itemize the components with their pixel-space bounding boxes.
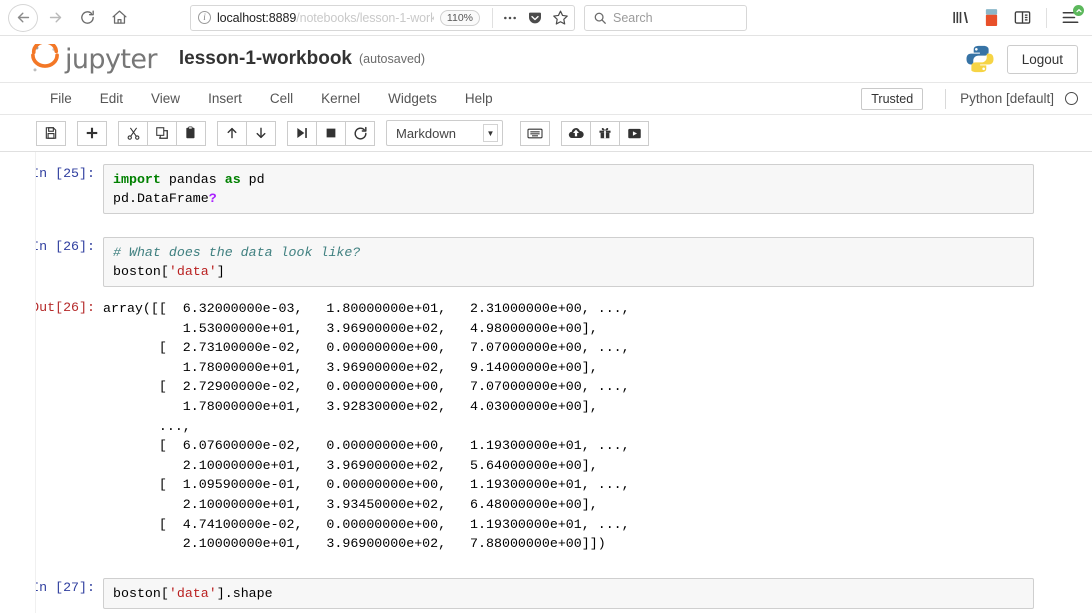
- container-tab-icon[interactable]: [984, 8, 999, 27]
- kernel-name-label: Python [default]: [960, 91, 1054, 106]
- url-host: localhost:8889: [217, 11, 296, 25]
- interrupt-kernel-button[interactable]: [316, 121, 346, 146]
- jupyter-wordmark: jupyter: [65, 44, 157, 75]
- gift-button[interactable]: [590, 121, 620, 146]
- library-icon[interactable]: [951, 8, 970, 27]
- move-cell-up-button[interactable]: [217, 121, 247, 146]
- trusted-indicator-button[interactable]: Trusted: [861, 88, 923, 110]
- menu-widgets[interactable]: Widgets: [374, 84, 451, 114]
- url-text: localhost:8889/notebooks/lesson-1-workbo…: [217, 11, 434, 25]
- app-menu-icon[interactable]: [1061, 8, 1080, 27]
- cell-spacer: [0, 214, 1092, 237]
- browser-search-field[interactable]: Search: [584, 5, 747, 31]
- search-icon: [593, 11, 607, 25]
- address-bar[interactable]: i localhost:8889/notebooks/lesson-1-work…: [190, 5, 575, 31]
- address-bar-actions: [492, 8, 569, 28]
- restart-kernel-button[interactable]: [345, 121, 375, 146]
- cell-type-select[interactable]: Markdown ▼: [386, 120, 503, 146]
- jupyter-logo-link[interactable]: jupyter: [28, 44, 157, 75]
- toolbar-group-extensions: [561, 121, 649, 146]
- bookmark-star-icon[interactable]: [552, 9, 569, 26]
- notebook-toolbar: Markdown ▼: [0, 115, 1092, 152]
- run-cell-button[interactable]: [287, 121, 317, 146]
- toolbar-group-move: [217, 121, 276, 146]
- jupyter-header: jupyter lesson-1-workbook (autosaved) Lo…: [0, 36, 1092, 83]
- cell-spacer: [0, 287, 1092, 298]
- cell-spacer: [0, 555, 1092, 578]
- play-video-button[interactable]: [619, 121, 649, 146]
- cell-type-value: Markdown: [396, 126, 456, 141]
- notebook-body: In [25]: import pandas as pd pd.DataFram…: [0, 152, 1092, 613]
- menu-bar-right: Trusted Python [default]: [861, 88, 1078, 110]
- menu-help[interactable]: Help: [451, 84, 507, 114]
- chevron-down-icon[interactable]: ▼: [483, 124, 498, 142]
- page-actions-icon[interactable]: [502, 10, 518, 26]
- site-info-icon[interactable]: i: [198, 11, 211, 24]
- code-editor-27[interactable]: boston['data'].shape: [103, 578, 1034, 609]
- browser-nav-buttons: [8, 4, 134, 32]
- menu-cell[interactable]: Cell: [256, 84, 307, 114]
- insert-cell-below-button[interactable]: [77, 121, 107, 146]
- command-palette-button[interactable]: [520, 121, 550, 146]
- output-text-26: array([[ 6.32000000e-03, 1.80000000e+01,…: [103, 298, 1034, 555]
- browser-toolbar: i localhost:8889/notebooks/lesson-1-work…: [0, 0, 1092, 36]
- home-button-icon[interactable]: [104, 4, 134, 32]
- save-button[interactable]: [36, 121, 66, 146]
- toolbar-divider: [1046, 8, 1047, 28]
- toolbar-group-clipboard: [118, 121, 206, 146]
- code-editor-25[interactable]: import pandas as pd pd.DataFrame?: [103, 164, 1034, 214]
- jupyter-header-right: Logout: [965, 44, 1078, 74]
- python-logo-icon: [965, 44, 995, 74]
- menu-file[interactable]: File: [36, 84, 86, 114]
- back-button-icon[interactable]: [8, 4, 38, 32]
- move-cell-down-button[interactable]: [246, 121, 276, 146]
- toolbar-group-insert: [77, 121, 107, 146]
- menu-insert[interactable]: Insert: [194, 84, 256, 114]
- search-placeholder: Search: [613, 11, 653, 25]
- output-cell-26: Out[26]: array([[ 6.32000000e-03, 1.8000…: [0, 298, 1092, 555]
- logout-button[interactable]: Logout: [1007, 45, 1078, 74]
- notebook-title[interactable]: lesson-1-workbook: [179, 48, 352, 70]
- toolbar-group-save: [36, 121, 66, 146]
- pocket-icon[interactable]: [527, 10, 543, 26]
- code-cell-25[interactable]: In [25]: import pandas as pd pd.DataFram…: [0, 164, 1092, 214]
- forward-button-icon: [40, 4, 70, 32]
- update-available-badge: [1073, 5, 1084, 16]
- cut-button[interactable]: [118, 121, 148, 146]
- jupyter-logo-icon: [28, 44, 62, 74]
- code-cell-27[interactable]: In [27]: boston['data'].shape: [0, 578, 1092, 609]
- url-path: /notebooks/lesson-1-workbook.i: [296, 11, 434, 25]
- toolbar-group-keyboard: [520, 121, 550, 146]
- menu-divider: [945, 89, 946, 109]
- cloud-upload-button[interactable]: [561, 121, 591, 146]
- paste-button[interactable]: [176, 121, 206, 146]
- browser-right-icons: [951, 8, 1084, 28]
- menu-edit[interactable]: Edit: [86, 84, 137, 114]
- reload-button-icon[interactable]: [72, 4, 102, 32]
- toolbar-group-run: [287, 121, 375, 146]
- zoom-level-badge[interactable]: 110%: [440, 10, 480, 26]
- cell-spacer: [0, 609, 1092, 613]
- menu-view[interactable]: View: [137, 84, 194, 114]
- code-editor-26[interactable]: # What does the data look like? boston['…: [103, 237, 1034, 287]
- notebook-left-gutter: [0, 152, 36, 613]
- copy-button[interactable]: [147, 121, 177, 146]
- reader-view-icon[interactable]: [1013, 8, 1032, 27]
- menu-bar: File Edit View Insert Cell Kernel Widget…: [0, 83, 1092, 115]
- notebook-save-status: (autosaved): [359, 52, 425, 66]
- menu-kernel[interactable]: Kernel: [307, 84, 374, 114]
- code-cell-26[interactable]: In [26]: # What does the data look like?…: [0, 237, 1092, 287]
- kernel-idle-indicator-icon[interactable]: [1065, 92, 1078, 105]
